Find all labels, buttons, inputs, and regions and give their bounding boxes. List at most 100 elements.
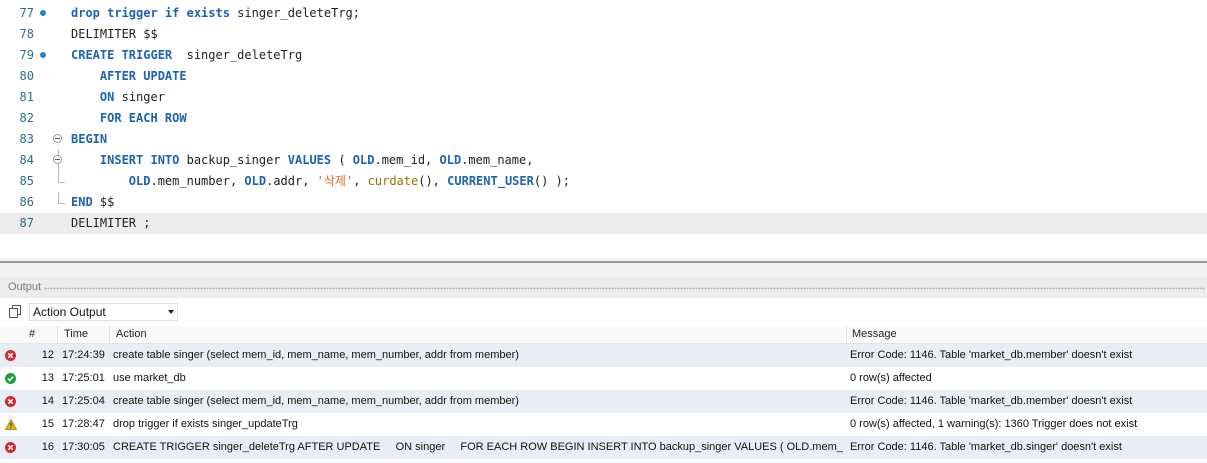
cell-time: 17:30:05 <box>62 441 105 453</box>
code-token: singer_deleteTrg; <box>237 6 360 20</box>
table-row[interactable]: 13 17:25:01 use market_db 0 row(s) affected <box>0 367 1207 390</box>
line-number: 86 <box>19 195 34 209</box>
code-token: .addr, <box>266 174 317 188</box>
code-line[interactable]: 80 AFTER UPDATE <box>0 66 1207 87</box>
code-text: CREATE TRIGGER singer_deleteTrg <box>71 45 302 66</box>
cell-action: create table singer (select mem_id, mem_… <box>113 349 519 361</box>
cell-action: create table singer (select mem_id, mem_… <box>113 395 519 407</box>
cell-message: Error Code: 1146. Table 'market_db.membe… <box>850 349 1133 361</box>
column-divider[interactable] <box>57 326 58 343</box>
code-line[interactable]: 87 DELIMITER ; <box>0 213 1207 234</box>
column-header-time[interactable]: Time <box>64 328 88 340</box>
action-output-table: # Time Action Message 12 17:24:39 create t… <box>0 326 1207 463</box>
output-title: Output <box>8 281 42 293</box>
code-text: AFTER UPDATE <box>71 66 187 87</box>
column-header-action[interactable]: Action <box>116 328 147 340</box>
code-token: () ); <box>533 174 570 188</box>
code-text: ON singer <box>71 87 165 108</box>
code-token: OLD <box>352 153 375 167</box>
code-line[interactable]: 81 ON singer <box>0 87 1207 108</box>
table-header: # Time Action Message <box>0 326 1207 344</box>
code-line[interactable]: 83 BEGIN <box>0 129 1207 150</box>
cell-num: 15 <box>41 418 54 430</box>
code-token: $$ <box>99 195 115 209</box>
copy-icon[interactable] <box>8 305 22 319</box>
panel-splitter[interactable] <box>0 258 1207 278</box>
output-type-select[interactable]: Action Output <box>29 303 178 321</box>
cell-num: 14 <box>41 395 54 407</box>
code-token: ( <box>338 153 353 167</box>
column-header-message[interactable]: Message <box>852 328 897 340</box>
code-token: backup_singer <box>186 153 288 167</box>
code-token: AFTER UPDATE <box>99 69 187 83</box>
code-token: CURRENT_USER <box>447 174 534 188</box>
cell-num: 13 <box>41 372 54 384</box>
cell-action: drop trigger if exists singer_updateTrg <box>113 418 298 430</box>
cell-time: 17:25:01 <box>62 372 105 384</box>
fold-collapse-icon[interactable] <box>53 134 62 143</box>
code-line[interactable]: 77 drop trigger if exists singer_deleteTr… <box>0 3 1207 24</box>
code-text: FOR EACH ROW <box>71 108 187 129</box>
line-number: 80 <box>19 69 34 83</box>
code-text: BEGIN <box>71 129 107 150</box>
column-divider[interactable] <box>109 326 110 343</box>
code-token: (), <box>418 174 448 188</box>
table-row[interactable]: 12 17:24:39 create table singer (select me… <box>0 344 1207 367</box>
sql-editor[interactable]: 77 drop trigger if exists singer_deleteTr… <box>0 0 1207 258</box>
output-type-value: Action Output <box>33 305 106 319</box>
fold-collapse-icon[interactable] <box>53 155 62 164</box>
warning-icon <box>4 418 18 430</box>
code-text: OLD.mem_number, OLD.addr, '삭제', curdate(… <box>71 171 570 192</box>
code-token: INSERT INTO <box>99 153 187 167</box>
fold-guide-end <box>58 171 65 183</box>
code-line[interactable]: 82 FOR EACH ROW <box>0 108 1207 129</box>
cell-message: Error Code: 1146. Table 'market_db.membe… <box>850 395 1133 407</box>
statement-marker-icon <box>40 10 46 16</box>
line-number: 81 <box>19 90 34 104</box>
code-text: DELIMITER ; <box>71 213 150 234</box>
line-number: 84 <box>19 153 34 167</box>
code-line[interactable]: 86 END $$ <box>0 192 1207 213</box>
code-text: INSERT INTO backup_singer VALUES ( OLD.m… <box>71 150 534 171</box>
table-row[interactable]: 15 17:28:47 drop trigger if exists singer_… <box>0 413 1207 436</box>
error-icon <box>5 396 16 407</box>
cell-message: 0 row(s) affected <box>850 372 932 384</box>
table-row[interactable]: 16 17:30:05 CREATE TRIGGER singer_deleteTr… <box>0 436 1207 459</box>
fold-guide-end <box>58 192 65 204</box>
code-line[interactable]: 78 DELIMITER $$ <box>0 24 1207 45</box>
line-number: 79 <box>19 48 34 62</box>
code-line[interactable]: 85 OLD.mem_number, OLD.addr, '삭제', curda… <box>0 171 1207 192</box>
table-row[interactable]: 14 17:25:04 create table singer (select me… <box>0 390 1207 413</box>
code-text: END $$ <box>71 192 114 213</box>
code-token: FOR EACH ROW <box>99 111 187 125</box>
code-token: .mem_name, <box>461 153 534 167</box>
code-line[interactable]: 79 CREATE TRIGGER singer_deleteTrg <box>0 45 1207 66</box>
line-number: 77 <box>19 6 34 20</box>
line-number: 82 <box>19 111 34 125</box>
success-icon <box>5 373 16 384</box>
code-token: OLD <box>128 174 151 188</box>
chevron-down-icon <box>168 310 174 314</box>
code-line[interactable]: 84 INSERT INTO backup_singer VALUES ( OL… <box>0 150 1207 171</box>
line-number: 87 <box>19 216 34 230</box>
code-token: drop trigger if exists <box>71 6 238 20</box>
cell-num: 16 <box>41 441 54 453</box>
code-token: OLD <box>244 174 267 188</box>
column-header-num[interactable]: # <box>29 328 35 340</box>
cell-time: 17:28:47 <box>62 418 105 430</box>
drag-grip[interactable] <box>44 287 1205 290</box>
code-token: singer <box>121 90 165 104</box>
output-toolbar: Action Output <box>0 298 1207 327</box>
code-token: .mem_id, <box>374 153 440 167</box>
code-token: , <box>353 174 368 188</box>
code-token: BEGIN <box>71 132 108 146</box>
statement-marker-icon <box>40 52 46 58</box>
code-token: '삭제' <box>316 174 354 188</box>
column-divider[interactable] <box>846 326 847 343</box>
output-panel-header: Output <box>0 278 1207 298</box>
line-number: 83 <box>19 132 34 146</box>
